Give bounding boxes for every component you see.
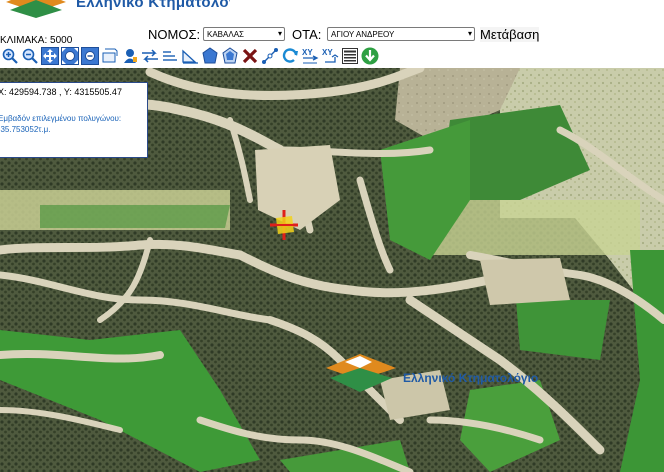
refresh-icon[interactable] [280, 46, 299, 65]
draw-polygon-icon[interactable] [200, 46, 219, 65]
logo-text: Ελληνικό Κτηματολόγιο [76, 0, 230, 11]
chevron-down-icon: ▾ [277, 29, 282, 38]
delete-icon[interactable] [240, 46, 259, 65]
header-bar: Ελληνικό Κτηματολόγιο ΚΛΙΜΑΚΑ: 5000 ΝΟΜΟ… [0, 0, 664, 46]
map-toolbar: XY XY [0, 44, 664, 69]
zoom-in-icon[interactable] [0, 46, 19, 65]
measure-distance-icon[interactable] [140, 46, 159, 65]
svg-text:XY: XY [302, 48, 313, 57]
ota-label: ΟΤΑ: [292, 27, 322, 42]
zoom-out-icon[interactable] [20, 46, 39, 65]
area-label: Εμβαδόν επιλεγμένου πολυγώνου: [0, 114, 122, 123]
zoom-extent-icon[interactable] [60, 46, 79, 65]
download-icon[interactable] [360, 46, 379, 65]
legend-icon[interactable] [340, 46, 359, 65]
logo: Ελληνικό Κτηματολόγιο [0, 0, 230, 18]
nomos-select[interactable]: ΚΑΒΑΛΑΣ ▾ [203, 27, 285, 41]
svg-text:XY: XY [322, 48, 333, 57]
goto-xy-icon[interactable]: XY [320, 46, 339, 65]
snap-icon[interactable] [260, 46, 279, 65]
coordinates-readout: X: 429594.738 , Y: 4315505.47 [0, 87, 122, 97]
go-button[interactable]: Μετάβαση [480, 27, 540, 42]
ota-select-value: ΑΓΙΟΥ ΑΝΔΡΕΟΥ [331, 30, 395, 39]
nomos-select-value: ΚΑΒΑΛΑΣ [207, 30, 244, 39]
measure-line-icon[interactable] [160, 46, 179, 65]
measure-angle-icon[interactable] [180, 46, 199, 65]
area-value: 535.753052τ.μ. [0, 125, 51, 134]
pan-icon[interactable] [40, 46, 59, 65]
coordinates-xy-icon[interactable]: XY [300, 46, 319, 65]
watermark-text: Ελληνικό Κτηματολόγιο [403, 371, 539, 385]
area-polygon-icon[interactable] [220, 46, 239, 65]
ota-select[interactable]: ΑΓΙΟΥ ΑΝΔΡΕΟΥ ▾ [327, 27, 475, 41]
zoom-box-icon[interactable] [100, 46, 119, 65]
nomos-label: ΝΟΜΟΣ: [148, 27, 201, 42]
identify-icon[interactable] [120, 46, 139, 65]
chevron-down-icon: ▾ [467, 29, 472, 38]
info-panel: X: 429594.738 , Y: 4315505.47 Εμβαδόν επ… [0, 82, 148, 158]
zoom-previous-icon[interactable] [80, 46, 99, 65]
